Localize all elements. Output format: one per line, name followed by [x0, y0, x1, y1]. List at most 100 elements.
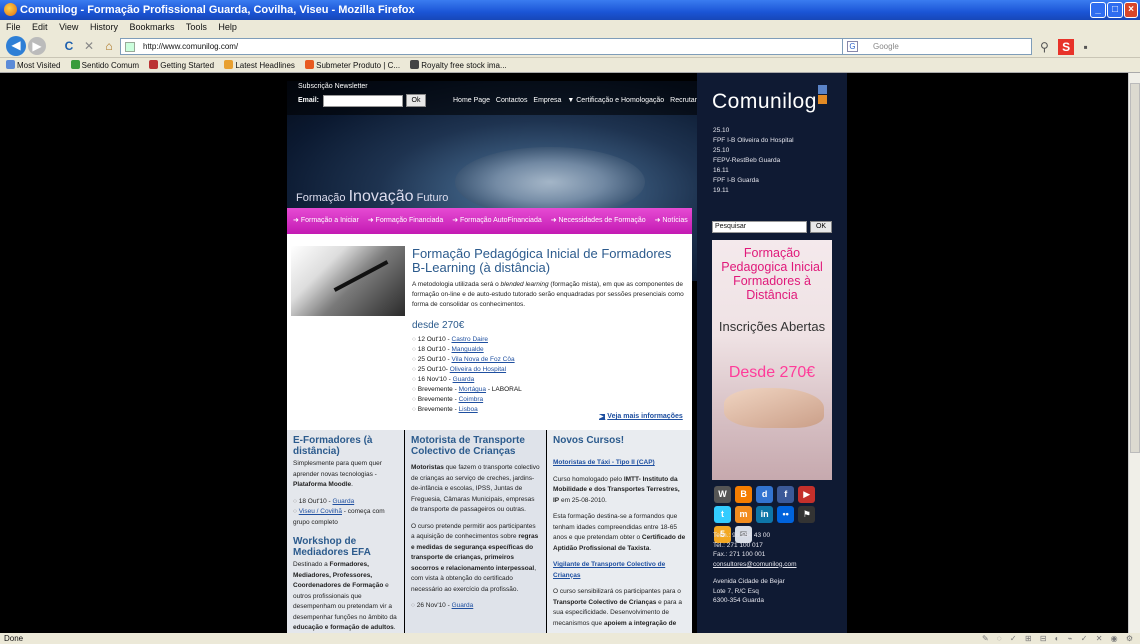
- search-go-icon[interactable]: ⚲: [1040, 40, 1049, 54]
- newsletter-title: Subscrição Newsletter: [298, 83, 368, 90]
- location-link[interactable]: Guarda: [333, 498, 355, 505]
- location-link[interactable]: Viseu / Covilhã: [299, 508, 342, 515]
- featured-intro: A metodologia utilizada será o blended l…: [412, 281, 684, 308]
- bookmarks-toolbar: Most Visited Sentido Comum Getting Start…: [0, 58, 1140, 73]
- col1-title2[interactable]: Workshop de Mediadores EFA: [293, 536, 398, 558]
- firefox-window: Comunilog - Formação Profissional Guarda…: [0, 0, 1140, 644]
- col3-link1: Motoristas de Táxi - Tipo II (CAP): [553, 459, 655, 466]
- linkedin-icon[interactable]: in: [756, 506, 774, 523]
- twitter-icon[interactable]: t: [714, 506, 731, 523]
- subnav-formacao-a-iniciar[interactable]: Formação a Iniciar: [293, 217, 359, 224]
- featured-price: desde 270€: [412, 320, 465, 331]
- list-item: 12 Out'10 - Castro Daire: [412, 335, 522, 345]
- featured-date-list: 12 Out'10 - Castro Daire 18 Out'10 - Man…: [412, 335, 522, 415]
- location-link[interactable]: Coimbra: [459, 396, 484, 403]
- menu-bookmarks[interactable]: Bookmarks: [129, 22, 174, 32]
- ad-title: Formação Pedagogica Inicial Formadores à…: [721, 246, 823, 302]
- course-ad-banner[interactable]: Formação Pedagogica Inicial Formadores à…: [712, 240, 832, 480]
- close-button[interactable]: ×: [1124, 2, 1138, 18]
- menu-edit[interactable]: Edit: [32, 22, 48, 32]
- menu-file[interactable]: File: [6, 22, 21, 32]
- subnav-noticias[interactable]: Notícias: [655, 217, 688, 224]
- search-placeholder: Google: [873, 42, 899, 51]
- news-date: 25.10: [713, 147, 730, 154]
- google-icon[interactable]: G: [847, 41, 858, 52]
- ad-price: Desde 270€: [728, 364, 816, 381]
- stop-icon[interactable]: ✕: [80, 37, 98, 55]
- location-link[interactable]: Lisboa: [459, 406, 478, 413]
- delicious-icon[interactable]: d: [756, 486, 774, 503]
- wordpress-icon[interactable]: W: [714, 486, 731, 503]
- home-icon[interactable]: ⌂: [100, 37, 118, 55]
- vertical-scrollbar[interactable]: [1128, 73, 1140, 633]
- comunilog-logo[interactable]: Comunilog: [712, 90, 817, 114]
- menu-help[interactable]: Help: [218, 22, 237, 32]
- newsletter-ok-button[interactable]: Ok: [406, 94, 426, 107]
- bookmark-most-visited[interactable]: Most Visited: [6, 60, 60, 70]
- subnav-necessidades[interactable]: Necessidades de Formação: [551, 217, 646, 224]
- bookmark-sentido-comum[interactable]: Sentido Comum: [70, 60, 139, 70]
- back-icon[interactable]: ◀: [6, 36, 26, 56]
- search-input[interactable]: G Google: [842, 38, 1032, 55]
- nav-home-page[interactable]: Home Page: [453, 97, 490, 104]
- url-text: http://www.comunilog.com/: [143, 42, 239, 51]
- youtube-icon[interactable]: ▶: [798, 486, 816, 503]
- site-search-ok-button[interactable]: OK: [810, 221, 832, 233]
- menu-history[interactable]: History: [90, 22, 118, 32]
- maximize-button[interactable]: □: [1107, 2, 1123, 18]
- addon-s-icon[interactable]: S: [1058, 39, 1075, 55]
- col3-title: Novos Cursos!: [553, 435, 625, 446]
- nav-empresa[interactable]: Empresa: [533, 97, 561, 104]
- myspace-icon[interactable]: m: [735, 506, 753, 523]
- blogger-icon[interactable]: B: [735, 486, 753, 503]
- featured-title[interactable]: Formação Pedagógica Inicial de Formadore…: [412, 247, 682, 275]
- news-date: 19.11: [713, 187, 729, 194]
- news-list: 25.10 FPF I-B Oliveira do Hospital 25.10…: [713, 126, 794, 196]
- flickr-icon[interactable]: ••: [777, 506, 795, 523]
- e-formadores-column: E-Formadores (à distância) Simplesmente …: [287, 430, 404, 633]
- scrollbar-thumb[interactable]: [1130, 83, 1140, 453]
- addon-tray-icons: ✎ ◌ ✓ ⊞ ⊟ ◐ ⌁ ✓ ✕ ◉ ⚙: [982, 634, 1136, 643]
- minimize-button[interactable]: _: [1090, 2, 1106, 18]
- bookmark-latest-headlines[interactable]: Latest Headlines: [224, 60, 295, 70]
- col3-p2: Esta formação destina-se a formandos que…: [553, 513, 686, 552]
- contact-email-link[interactable]: consultores@comunilog.com: [713, 560, 797, 570]
- news-item[interactable]: FPF I-B Oliveira do Hospital: [713, 136, 794, 146]
- subnav-formacao-financiada[interactable]: Formação Financiada: [368, 217, 444, 224]
- tagline-post: Futuro: [416, 192, 449, 204]
- location-link[interactable]: Oliveira do Hospital: [450, 366, 506, 373]
- list-item: 25 Out'10 - Vila Nova de Foz Côa: [412, 355, 522, 365]
- window-title: Comunilog - Formação Profissional Guarda…: [20, 4, 415, 16]
- newsletter-email-field[interactable]: [323, 95, 403, 107]
- nav-contactos[interactable]: Contactos: [496, 97, 528, 104]
- reload-icon[interactable]: C: [60, 37, 78, 55]
- bookmark-getting-started[interactable]: Getting Started: [149, 60, 214, 70]
- addon-icon[interactable]: ▪: [1083, 40, 1087, 54]
- location-link[interactable]: Guarda: [452, 602, 474, 609]
- menu-view[interactable]: View: [59, 22, 78, 32]
- title-bar: Comunilog - Formação Profissional Guarda…: [0, 0, 1140, 20]
- writing-hand-image: [291, 246, 405, 316]
- col2-title[interactable]: Motorista de Transporte Colectivo de Cri…: [411, 435, 540, 457]
- col1-title[interactable]: E-Formadores (à distância): [293, 435, 398, 457]
- address-line: 6300-354 Guarda: [713, 597, 764, 604]
- phone-fax: Fax.: 271 100 001: [713, 551, 766, 558]
- location-link[interactable]: Vila Nova de Foz Côa: [452, 356, 515, 363]
- site-search-input[interactable]: Pesquisar: [712, 221, 807, 233]
- menu-tools[interactable]: Tools: [186, 22, 207, 32]
- bookmark-submeter-produto[interactable]: Submeter Produto | C...: [305, 60, 400, 70]
- news-item[interactable]: FPF I-B Guarda: [713, 176, 794, 186]
- digg-icon[interactable]: ⚑: [798, 506, 816, 523]
- subnav-formacao-autofinanciada[interactable]: Formação AutoFinanciada: [452, 217, 542, 224]
- forward-icon[interactable]: ▶: [28, 37, 46, 55]
- more-info-link[interactable]: Veja mais informações: [599, 413, 682, 420]
- news-item[interactable]: FEPV-RestBeb Guarda: [713, 156, 794, 166]
- facebook-icon[interactable]: f: [777, 486, 795, 503]
- location-link[interactable]: Mortágua: [459, 386, 486, 393]
- location-link[interactable]: Guarda: [453, 376, 475, 383]
- location-link[interactable]: Mangualde: [452, 346, 484, 353]
- sub-navigation: Formação a Iniciar Formação Financiada F…: [287, 208, 692, 234]
- location-link[interactable]: Castro Daire: [452, 336, 488, 343]
- bookmark-royalty-free[interactable]: Royalty free stock ima...: [410, 60, 507, 70]
- nav-certificacao[interactable]: ▼ Certificação e Homologação: [567, 97, 664, 104]
